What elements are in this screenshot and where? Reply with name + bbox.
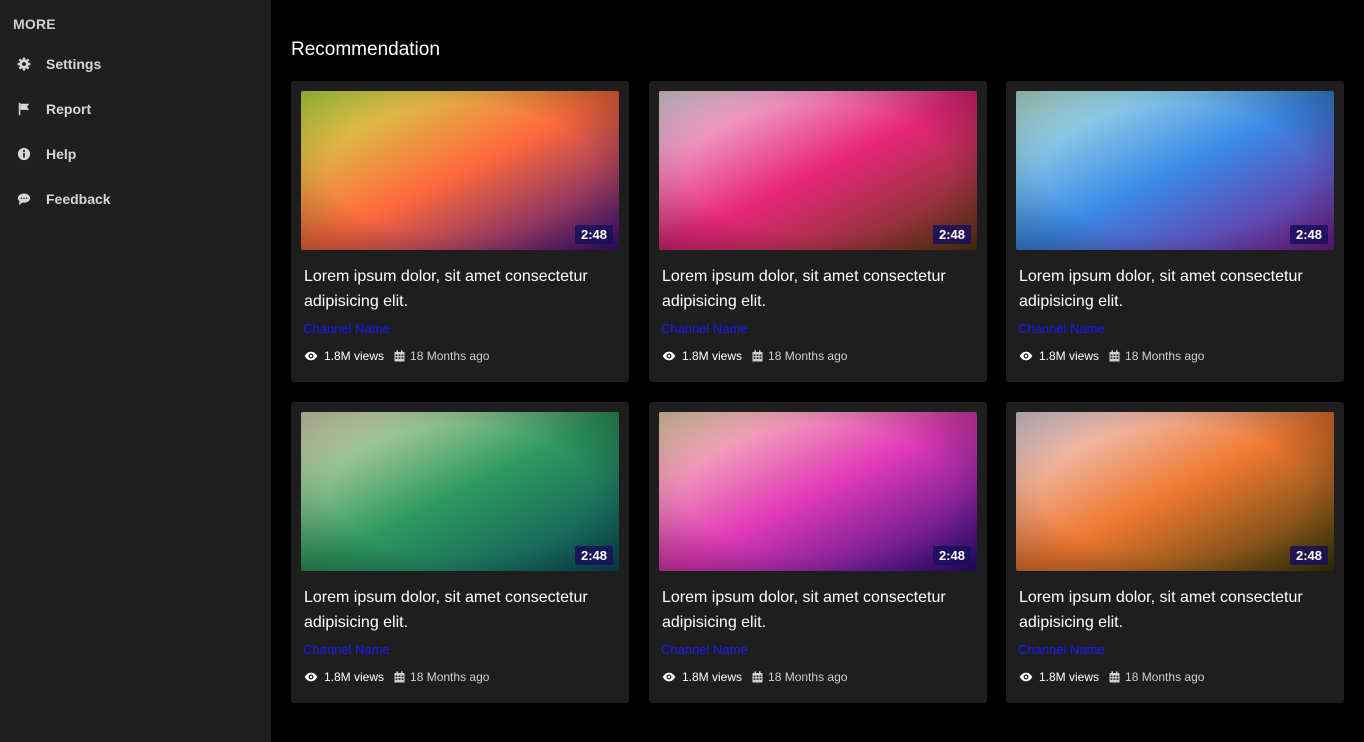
upload-date: 18 Months ago <box>768 670 848 684</box>
channel-name-link[interactable]: Channel Name <box>661 321 748 336</box>
video-duration: 2:48 <box>574 546 613 565</box>
video-card[interactable]: 2:48 Lorem ipsum dolor, sit amet consecte… <box>291 402 629 703</box>
video-title[interactable]: Lorem ipsum dolor, sit amet consectetur … <box>662 585 977 635</box>
video-thumbnail[interactable]: 2:48 <box>659 91 977 250</box>
sidebar-item-label: Help <box>46 146 77 162</box>
video-title[interactable]: Lorem ipsum dolor, sit amet consectetur … <box>1019 264 1334 314</box>
view-count: 1.8M views <box>1039 349 1100 363</box>
upload-date: 18 Months ago <box>1125 670 1205 684</box>
calendar-icon <box>752 350 763 362</box>
video-thumbnail[interactable]: 2:48 <box>1016 91 1334 250</box>
eye-icon <box>662 351 676 361</box>
calendar-icon <box>752 671 763 683</box>
video-duration: 2:48 <box>1289 225 1328 244</box>
video-title[interactable]: Lorem ipsum dolor, sit amet consectetur … <box>1019 585 1334 635</box>
video-duration: 2:48 <box>574 225 613 244</box>
sidebar-title: MORE <box>13 16 56 32</box>
view-count: 1.8M views <box>324 670 385 684</box>
sidebar-item-label: Feedback <box>46 191 111 207</box>
video-thumbnail[interactable]: 2:48 <box>659 412 977 571</box>
video-duration: 2:48 <box>1289 546 1328 565</box>
video-duration: 2:48 <box>932 546 971 565</box>
upload-date: 18 Months ago <box>1125 349 1205 363</box>
video-card[interactable]: 2:48 Lorem ipsum dolor, sit amet consecte… <box>1006 402 1344 703</box>
sidebar-item-feedback[interactable]: Feedback <box>16 188 111 210</box>
video-card[interactable]: 2:48 Lorem ipsum dolor, sit amet consecte… <box>649 402 987 703</box>
video-title[interactable]: Lorem ipsum dolor, sit amet consectetur … <box>662 264 977 314</box>
eye-icon <box>1019 351 1033 361</box>
view-count: 1.8M views <box>682 670 743 684</box>
video-thumbnail[interactable]: 2:48 <box>301 412 619 571</box>
eye-icon <box>662 672 676 682</box>
upload-date: 18 Months ago <box>410 349 490 363</box>
sidebar-item-label: Report <box>46 101 92 117</box>
video-thumbnail[interactable]: 2:48 <box>301 91 619 250</box>
view-count: 1.8M views <box>682 349 743 363</box>
channel-name-link[interactable]: Channel Name <box>303 321 390 336</box>
video-title[interactable]: Lorem ipsum dolor, sit amet consectetur … <box>304 585 619 635</box>
calendar-icon <box>394 671 405 683</box>
sidebar-item-label: Settings <box>46 56 102 72</box>
channel-name-link[interactable]: Channel Name <box>1018 321 1105 336</box>
eye-icon <box>1019 672 1033 682</box>
video-duration: 2:48 <box>932 225 971 244</box>
channel-name-link[interactable]: Channel Name <box>1018 642 1105 657</box>
video-card[interactable]: 2:48 Lorem ipsum dolor, sit amet consecte… <box>1006 81 1344 382</box>
video-title[interactable]: Lorem ipsum dolor, sit amet consectetur … <box>304 264 619 314</box>
upload-date: 18 Months ago <box>410 670 490 684</box>
video-meta: 1.8M views 18 Months ago <box>304 349 489 363</box>
upload-date: 18 Months ago <box>768 349 848 363</box>
channel-name-link[interactable]: Channel Name <box>303 642 390 657</box>
video-card[interactable]: 2:48 Lorem ipsum dolor, sit amet consecte… <box>291 81 629 382</box>
eye-icon <box>304 351 318 361</box>
calendar-icon <box>1109 350 1120 362</box>
flag-icon <box>16 101 32 117</box>
channel-name-link[interactable]: Channel Name <box>661 642 748 657</box>
calendar-icon <box>1109 671 1120 683</box>
video-meta: 1.8M views 18 Months ago <box>1019 349 1204 363</box>
sidebar-item-help[interactable]: Help <box>16 143 76 165</box>
video-meta: 1.8M views 18 Months ago <box>304 670 489 684</box>
comment-icon <box>16 191 32 207</box>
sidebar-item-report[interactable]: Report <box>16 98 91 120</box>
sidebar: MORE Settings Report Help Feedback <box>0 0 271 742</box>
video-card[interactable]: 2:48 Lorem ipsum dolor, sit amet consecte… <box>649 81 987 382</box>
calendar-icon <box>394 350 405 362</box>
video-meta: 1.8M views 18 Months ago <box>662 349 847 363</box>
section-title: Recommendation <box>291 39 440 60</box>
video-meta: 1.8M views 18 Months ago <box>662 670 847 684</box>
gear-icon <box>16 56 32 72</box>
eye-icon <box>304 672 318 682</box>
video-thumbnail[interactable]: 2:48 <box>1016 412 1334 571</box>
info-icon <box>16 146 32 162</box>
sidebar-item-settings[interactable]: Settings <box>16 53 101 75</box>
video-meta: 1.8M views 18 Months ago <box>1019 670 1204 684</box>
main-content: Recommendation 2:48 Lorem ipsum dolor, si… <box>271 0 1364 742</box>
view-count: 1.8M views <box>324 349 385 363</box>
view-count: 1.8M views <box>1039 670 1100 684</box>
